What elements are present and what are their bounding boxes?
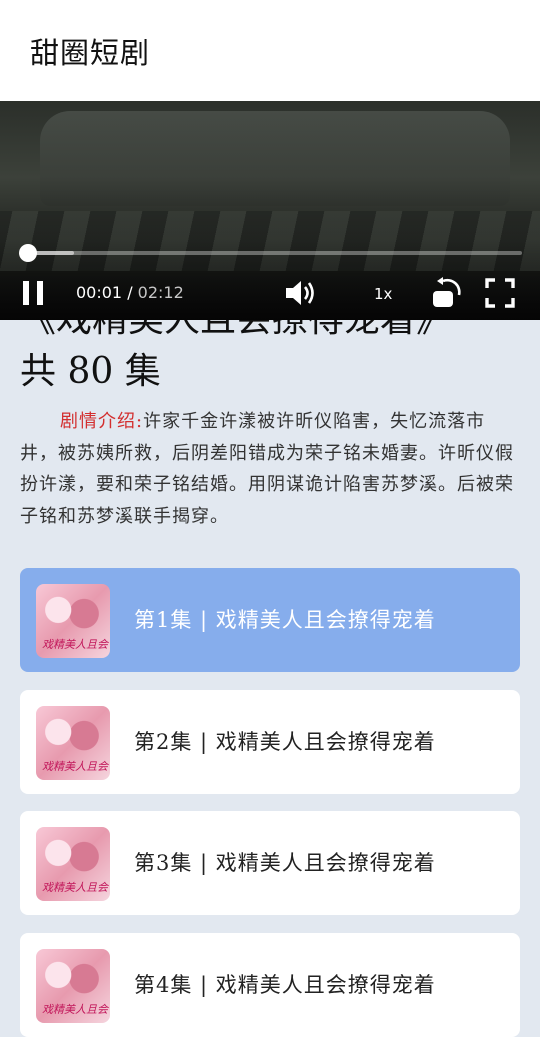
episode-title: 第2集 | 戏精美人且会撩得宠着	[134, 730, 436, 754]
app-title: 甜圈短剧	[30, 36, 151, 70]
progress-knob[interactable]	[18, 244, 37, 262]
episode-card[interactable]: 戏精美人且会 第1集 | 戏精美人且会撩得宠着	[20, 568, 520, 672]
volume-button[interactable]	[282, 275, 318, 311]
thumbnail-caption: 戏精美人且会	[42, 760, 108, 773]
plot-intro: 剧情介绍:许家千金许漾被许昕仪陷害，失忆流落市井，被苏姨所救，后阴差阳错成为荣子…	[20, 406, 522, 532]
episodes-count: 共 80 集	[20, 351, 161, 392]
intro-label: 剧情介绍:	[60, 411, 144, 432]
episode-thumbnail: 戏精美人且会	[36, 706, 110, 780]
episode-thumbnail: 戏精美人且会	[36, 584, 110, 658]
thumbnail-caption: 戏精美人且会	[42, 638, 108, 651]
pause-button[interactable]	[16, 275, 50, 311]
time-display: 00:01 / 02:12	[76, 283, 184, 302]
video-player[interactable]: 00:01 / 02:12 1x	[0, 101, 540, 320]
series-title-line: 《戏精美人且会撩得宠着》	[20, 320, 520, 346]
rotate-button[interactable]	[428, 275, 464, 311]
time-separator: /	[122, 283, 138, 302]
progress-bar[interactable]	[18, 244, 522, 262]
series-title: 《戏精美人且会撩得宠着》 共 80 集	[20, 320, 520, 398]
fullscreen-icon	[485, 278, 515, 308]
pause-icon	[23, 281, 43, 305]
playback-rate-button[interactable]: 1x	[374, 285, 392, 303]
thumbnail-caption: 戏精美人且会	[42, 1003, 108, 1016]
fullscreen-button[interactable]	[482, 275, 518, 311]
current-time: 00:01	[76, 283, 123, 302]
episode-title: 第1集 | 戏精美人且会撩得宠着	[134, 608, 436, 632]
app-header: 甜圈短剧	[0, 0, 540, 101]
episode-card[interactable]: 戏精美人且会 第4集 | 戏精美人且会撩得宠着	[20, 933, 520, 1037]
control-row: 00:01 / 02:12 1x	[0, 275, 540, 311]
volume-icon	[286, 281, 314, 305]
video-frame	[40, 111, 510, 206]
rotate-screen-icon	[433, 277, 461, 307]
series-title-area: 《戏精美人且会撩得宠着》 共 80 集	[0, 320, 540, 420]
episode-card[interactable]: 戏精美人且会 第3集 | 戏精美人且会撩得宠着	[20, 811, 520, 915]
episode-thumbnail: 戏精美人且会	[36, 949, 110, 1023]
episode-title: 第4集 | 戏精美人且会撩得宠着	[134, 973, 436, 997]
duration: 02:12	[137, 283, 184, 302]
thumbnail-caption: 戏精美人且会	[42, 881, 108, 894]
episode-title: 第3集 | 戏精美人且会撩得宠着	[134, 851, 436, 875]
episode-thumbnail: 戏精美人且会	[36, 827, 110, 901]
episode-card[interactable]: 戏精美人且会 第2集 | 戏精美人且会撩得宠着	[20, 690, 520, 794]
